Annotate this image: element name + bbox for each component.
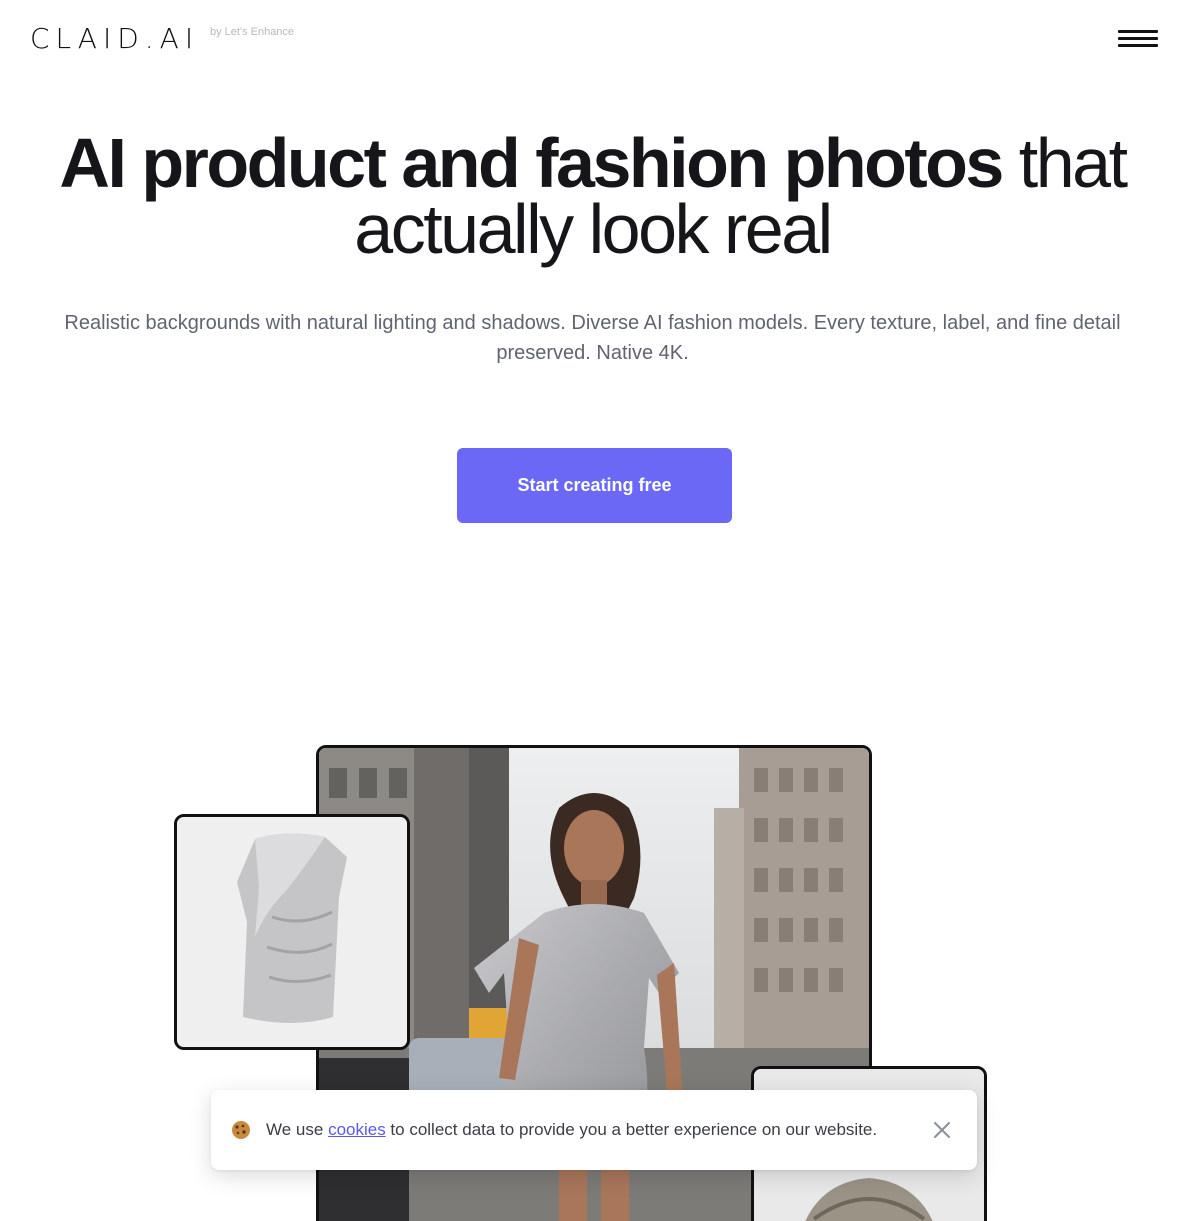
hero-title-light-2: actually look real <box>354 190 833 268</box>
hero-title: AI product and fashion photos that actua… <box>20 128 1165 264</box>
close-icon[interactable] <box>929 1117 955 1143</box>
site-header: CLAID.AI by Let's Enhance <box>0 0 1185 80</box>
hero-subtitle: Realistic backgrounds with natural light… <box>64 312 1121 364</box>
hero-title-light-1: that <box>1001 124 1128 202</box>
product-photo <box>174 814 410 1050</box>
cookie-message: We use cookies to collect data to provid… <box>266 1120 877 1140</box>
cookie-icon <box>232 1121 250 1139</box>
start-creating-button[interactable]: Start creating free <box>457 448 732 523</box>
cookie-text-before: We use <box>266 1120 329 1139</box>
logo[interactable]: CLAID.AI <box>30 22 199 55</box>
page: CLAID.AI by Let's Enhance AI product and… <box>0 0 1185 1221</box>
cookies-link[interactable]: cookies <box>328 1120 386 1139</box>
cookie-text-after: to collect data to provide you a better … <box>385 1120 878 1139</box>
hamburger-menu-icon[interactable] <box>1116 28 1160 50</box>
cookie-banner: We use cookies to collect data to provid… <box>211 1090 977 1170</box>
logo-tagline: by Let's Enhance <box>210 26 295 38</box>
